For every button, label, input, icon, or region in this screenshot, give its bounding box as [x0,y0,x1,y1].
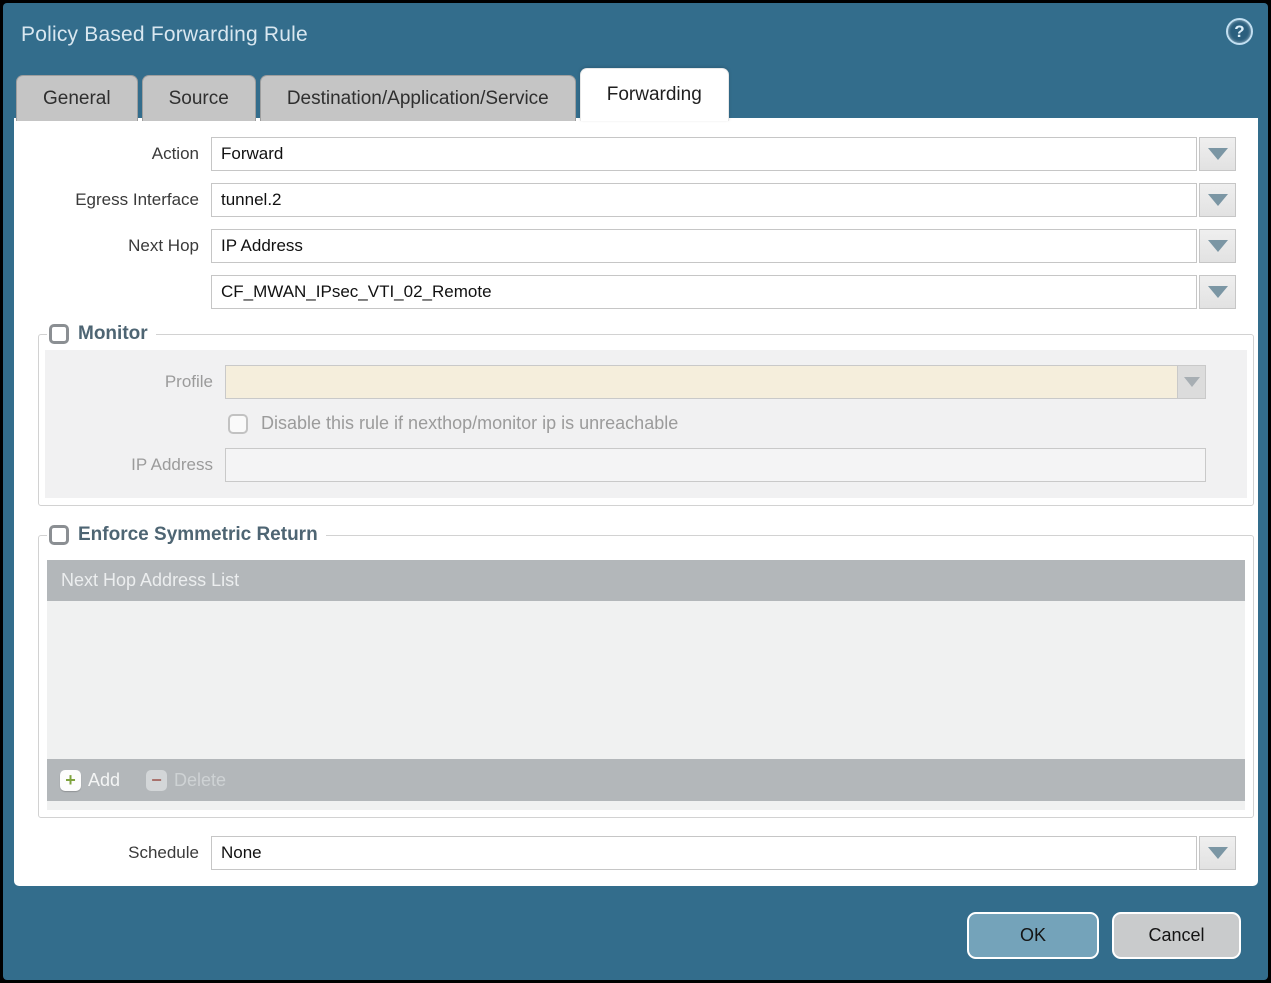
monitor-legend-label: Monitor [78,323,148,345]
symmetric-return-legend: Enforce Symmetric Return [47,524,326,546]
symmetric-return-legend-label: Enforce Symmetric Return [78,524,318,546]
tab-bar: General Source Destination/Application/S… [16,68,1258,121]
monitor-panel: Profile Disable this rule if nexthop/mon… [45,350,1247,498]
monitor-checkbox[interactable] [49,324,69,344]
ok-button[interactable]: OK [967,912,1099,959]
next-hop-type-dropdown-button[interactable] [1199,229,1236,263]
tab-general[interactable]: General [16,75,138,121]
policy-based-forwarding-dialog: Policy Based Forwarding Rule ? General S… [3,3,1268,980]
next-hop-address-label [14,275,211,309]
action-dropdown-button[interactable] [1199,137,1236,171]
schedule-dropdown-button[interactable] [1199,836,1236,870]
chevron-down-icon [1208,286,1228,298]
symmetric-return-checkbox[interactable] [49,525,69,545]
monitor-fieldset: Monitor Profile Disable this rule if nex… [38,323,1254,506]
monitor-legend: Monitor [47,323,156,345]
profile-select[interactable] [225,365,1177,399]
tab-source[interactable]: Source [142,75,256,121]
add-button-label: Add [88,770,120,791]
chevron-down-icon [1208,194,1228,206]
egress-interface-select[interactable]: tunnel.2 [211,183,1197,217]
egress-interface-dropdown-button[interactable] [1199,183,1236,217]
monitor-ip-address-row: IP Address [45,448,1247,482]
cancel-button[interactable]: Cancel [1112,912,1241,959]
profile-dropdown-button[interactable] [1177,365,1206,399]
minus-icon: − [146,770,167,791]
next-hop-address-table: Next Hop Address List + Add − Delete [47,560,1245,810]
monitor-ip-address-label: IP Address [45,448,225,482]
egress-interface-row: Egress Interface tunnel.2 [14,183,1258,217]
next-hop-address-row: CF_MWAN_IPsec_VTI_02_Remote [14,275,1258,309]
help-icon[interactable]: ? [1226,18,1253,45]
forwarding-tab-content: Action Forward Egress Interface tunnel.2… [14,118,1258,886]
next-hop-address-list-toolbar: + Add − Delete [47,759,1245,801]
egress-interface-label: Egress Interface [14,183,211,217]
add-button[interactable]: + Add [60,770,120,791]
table-bottom-strip [47,801,1245,810]
profile-row: Profile [45,365,1247,399]
symmetric-return-fieldset: Enforce Symmetric Return Next Hop Addres… [38,524,1254,818]
dialog-title: Policy Based Forwarding Rule [21,23,308,47]
action-row: Action Forward [14,137,1258,171]
delete-button[interactable]: − Delete [146,770,226,791]
chevron-down-icon [1208,240,1228,252]
dialog-titlebar: Policy Based Forwarding Rule ? [3,3,1268,67]
schedule-label: Schedule [14,836,211,870]
disable-rule-row: Disable this rule if nexthop/monitor ip … [228,413,1247,434]
schedule-select[interactable]: None [211,836,1197,870]
disable-rule-label: Disable this rule if nexthop/monitor ip … [261,413,678,434]
schedule-row: Schedule None [14,836,1258,870]
plus-icon: + [60,770,81,791]
action-label: Action [14,137,211,171]
next-hop-address-dropdown-button[interactable] [1199,275,1236,309]
delete-button-label: Delete [174,770,226,791]
tab-forwarding[interactable]: Forwarding [580,68,729,121]
next-hop-address-list-body[interactable] [47,601,1245,759]
next-hop-type-select[interactable]: IP Address [211,229,1197,263]
disable-rule-checkbox[interactable] [228,414,248,434]
next-hop-row: Next Hop IP Address [14,229,1258,263]
next-hop-address-list-header: Next Hop Address List [47,560,1245,601]
chevron-down-icon [1208,148,1228,160]
chevron-down-icon [1208,847,1228,859]
action-select[interactable]: Forward [211,137,1197,171]
tab-destination-application-service[interactable]: Destination/Application/Service [260,75,576,121]
chevron-down-icon [1184,377,1200,387]
monitor-ip-address-input[interactable] [225,448,1206,482]
next-hop-address-select[interactable]: CF_MWAN_IPsec_VTI_02_Remote [211,275,1197,309]
profile-label: Profile [45,365,225,399]
next-hop-label: Next Hop [14,229,211,263]
